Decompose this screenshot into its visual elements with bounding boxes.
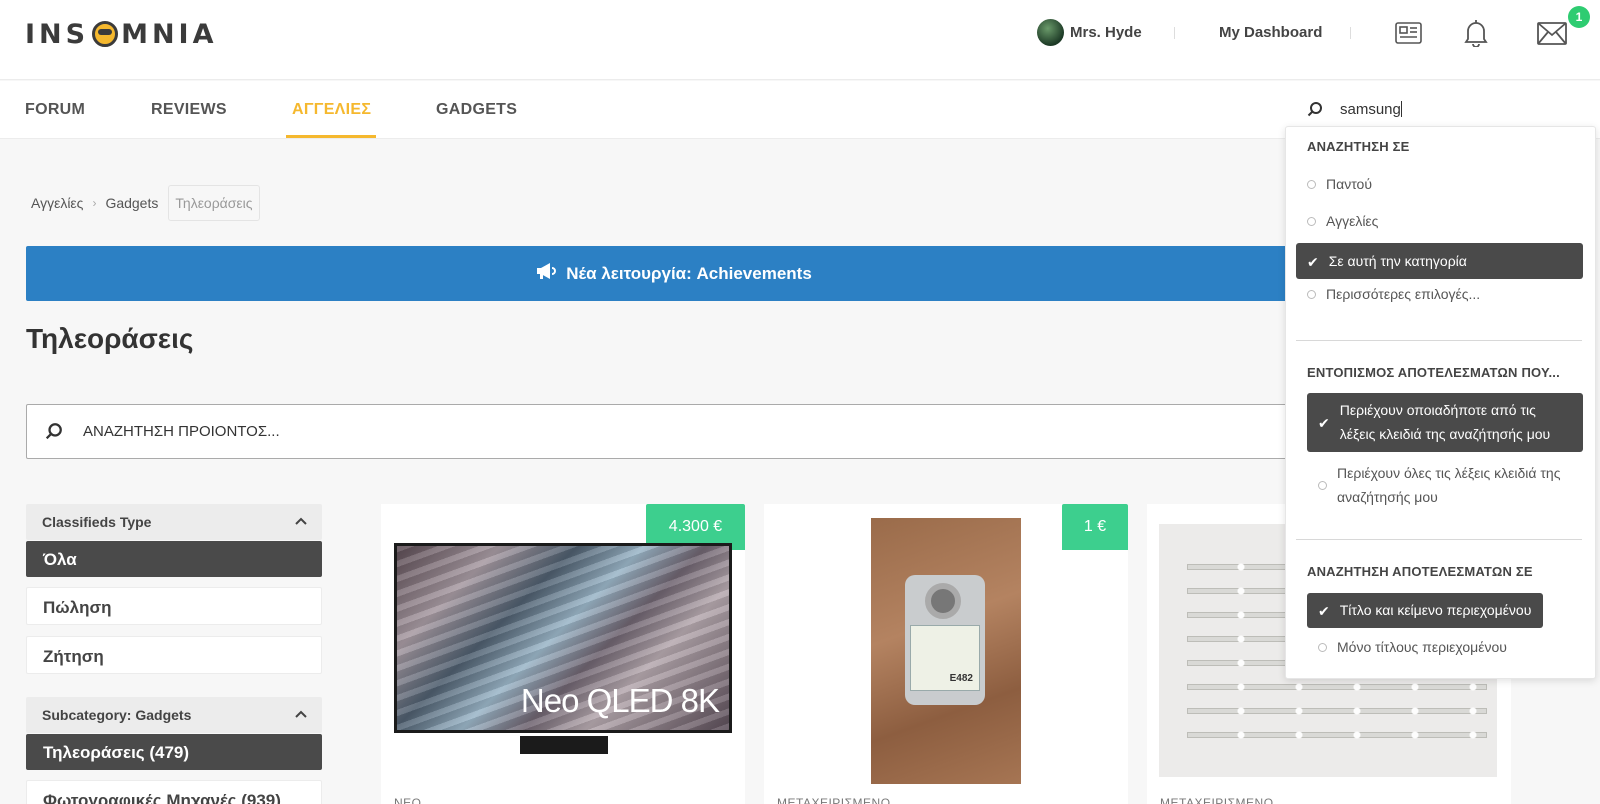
listing-condition: ΝΕΟ xyxy=(394,796,422,804)
user-menu[interactable]: Mrs. Hyde xyxy=(1037,19,1142,46)
envelope-icon[interactable] xyxy=(1537,22,1567,50)
avatar xyxy=(1037,19,1064,46)
product-search-field[interactable]: ΑΝΑΖΗΤΗΣΗ ΠΡΟΙΟΝΤΟΣ... xyxy=(26,404,1322,459)
bell-icon[interactable] xyxy=(1464,19,1488,52)
search-icon xyxy=(1307,101,1323,122)
search-in-option-everywhere[interactable]: Παντού xyxy=(1307,172,1372,196)
listing-condition: ΜΕΤΑΧΕΙΡΙΣΜΕΝΟ xyxy=(777,796,891,804)
site-logo[interactable]: INS MNIA xyxy=(25,18,218,50)
breadcrumb-current: Τηλεοράσεις xyxy=(168,185,260,221)
facet-option-wanted[interactable]: Ζήτηση xyxy=(26,636,322,674)
chevron-right-icon: › xyxy=(92,196,97,210)
header-divider xyxy=(1174,27,1175,39)
text-cursor xyxy=(1400,101,1402,117)
match-option-all-keywords[interactable]: Περιέχουν όλες τις λέξεις κλειδιά της αν… xyxy=(1318,461,1578,509)
fields-option-titles-only[interactable]: Μόνο τίτλους περιεχομένου xyxy=(1318,635,1507,659)
radio-icon xyxy=(1307,217,1316,226)
messages-count-badge: 1 xyxy=(1568,6,1590,28)
header-divider xyxy=(1350,27,1351,39)
classifieds-type-facet-header[interactable]: Classifieds Type xyxy=(26,504,322,540)
nav-gadgets[interactable]: GADGETS xyxy=(436,101,517,119)
check-icon: ✔ xyxy=(1318,415,1330,431)
search-icon xyxy=(45,422,63,445)
announcement-banner[interactable]: Νέα λειτουργία: Achievements xyxy=(26,246,1322,301)
radio-icon xyxy=(1318,643,1327,652)
search-input[interactable]: samsung xyxy=(1340,101,1402,118)
nav-classifieds[interactable]: ΑΓΓΕΛΙΕΣ xyxy=(292,101,371,119)
chevron-up-icon xyxy=(294,707,308,724)
module-lens xyxy=(925,583,961,619)
facet-option-sale[interactable]: Πώληση xyxy=(26,587,322,625)
breadcrumb: Αγγελίες › Gadgets Τηλεοράσεις xyxy=(31,184,260,222)
search-in-option-this-category[interactable]: ✔ Σε αυτή την κατηγορία xyxy=(1296,243,1583,279)
check-icon: ✔ xyxy=(1307,254,1319,270)
breadcrumb-item[interactable]: Gadgets xyxy=(105,195,158,211)
search-in-heading: ΑΝΑΖΗΤΗΣΗ ΣΕ xyxy=(1307,139,1410,154)
megaphone-icon xyxy=(536,262,557,285)
search-in-option-classifieds[interactable]: Αγγελίες xyxy=(1307,209,1378,233)
divider xyxy=(1296,539,1582,540)
listing-condition: ΜΕΤΑΧΕΙΡΙΣΜΕΝΟ xyxy=(1160,796,1274,804)
match-option-any-keywords[interactable]: ✔ Περιέχουν οποιαδήποτε από τις λέξεις κ… xyxy=(1307,393,1583,452)
search-in-option-more[interactable]: Περισσότερες επιλογές... xyxy=(1307,282,1480,306)
nav-forum[interactable]: FORUM xyxy=(25,101,85,119)
subcategory-option-cameras[interactable]: Φωτογραφικές Μηχανές (939) xyxy=(26,780,322,804)
username: Mrs. Hyde xyxy=(1070,24,1142,41)
header-search[interactable]: samsung xyxy=(1300,97,1600,125)
match-heading: ΕΝΤΟΠΙΣΜΟΣ ΑΠΟΤΕΛΕΣΜΑΤΩΝ ΠΟΥ... xyxy=(1307,365,1560,380)
radio-icon xyxy=(1307,180,1316,189)
facet-option-all[interactable]: Όλα xyxy=(26,541,322,577)
fields-heading: ΑΝΑΖΗΤΗΣΗ ΑΠΟΤΕΛΕΣΜΑΤΩΝ ΣΕ xyxy=(1307,564,1533,579)
news-icon[interactable] xyxy=(1395,22,1422,49)
subcategory-facet-header[interactable]: Subcategory: Gadgets xyxy=(26,697,322,733)
module-label: E482 xyxy=(910,625,980,691)
divider xyxy=(1296,340,1582,341)
tv-stand xyxy=(520,736,608,754)
nav-reviews[interactable]: REVIEWS xyxy=(151,101,227,119)
banner-text: Νέα λειτουργία: Achievements xyxy=(566,263,812,283)
radio-icon xyxy=(1318,481,1327,490)
radio-icon xyxy=(1307,290,1316,299)
search-options-dropdown: ΑΝΑΖΗΤΗΣΗ ΣΕ Παντού Αγγελίες ✔ Σε αυτή τ… xyxy=(1285,126,1596,679)
breadcrumb-item[interactable]: Αγγελίες xyxy=(31,195,83,211)
page-title: Τηλεοράσεις xyxy=(26,323,194,354)
price-badge: 1 € xyxy=(1062,504,1128,550)
image-caption: Neo QLED 8K xyxy=(520,682,720,719)
my-dashboard-link[interactable]: My Dashboard xyxy=(1219,24,1322,41)
listing-image[interactable]: Neo QLED 8K xyxy=(394,543,732,733)
logo-face-icon xyxy=(92,21,119,47)
active-tab-indicator xyxy=(286,135,376,138)
top-header: INS MNIA Mrs. Hyde My Dashboard 1 xyxy=(0,0,1600,80)
check-icon: ✔ xyxy=(1318,603,1330,619)
product-search-placeholder: ΑΝΑΖΗΤΗΣΗ ΠΡΟΙΟΝΤΟΣ... xyxy=(83,423,280,440)
chevron-up-icon xyxy=(294,514,308,531)
subcategory-option-tvs[interactable]: Τηλεοράσεις (479) xyxy=(26,734,322,770)
fields-option-title-and-content[interactable]: ✔ Τίτλο και κείμενο περιεχομένου xyxy=(1307,593,1543,628)
